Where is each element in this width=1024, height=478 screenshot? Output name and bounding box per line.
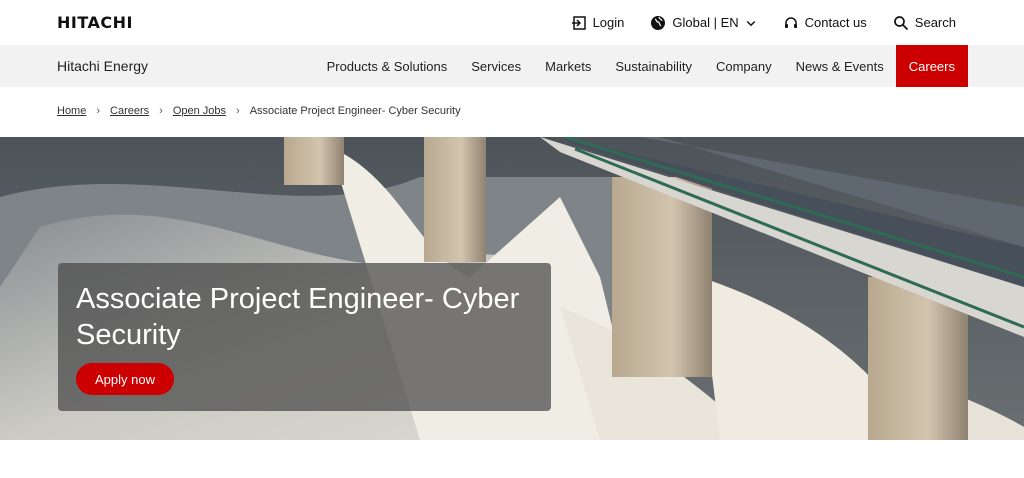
login-label: Login bbox=[592, 15, 625, 30]
nav-company[interactable]: Company bbox=[704, 45, 784, 87]
breadcrumb-careers[interactable]: Careers bbox=[110, 105, 149, 117]
main-navbar: Hitachi Energy Products & Solutions Serv… bbox=[0, 45, 1024, 87]
nav-markets[interactable]: Markets bbox=[533, 45, 603, 87]
hero-banner: Associate Project Engineer- Cyber Securi… bbox=[0, 137, 1024, 440]
hitachi-logo[interactable]: HITACHI bbox=[57, 13, 133, 32]
brand-name[interactable]: Hitachi Energy bbox=[57, 58, 148, 74]
job-title: Associate Project Engineer- Cyber Securi… bbox=[76, 283, 520, 351]
nav-careers[interactable]: Careers bbox=[895, 45, 968, 87]
breadcrumb-separator: › bbox=[96, 105, 101, 117]
apply-now-button[interactable]: Apply now bbox=[76, 363, 174, 395]
top-bar: HITACHI Login Global | EN Contact us Sea… bbox=[0, 0, 1024, 45]
breadcrumb-current: Associate Project Engineer- Cyber Securi… bbox=[249, 105, 461, 117]
search-label: Search bbox=[914, 15, 956, 30]
login-link[interactable]: Login bbox=[571, 15, 625, 31]
breadcrumb-separator: › bbox=[159, 105, 163, 117]
main-nav: Products & Solutions Services Markets Su… bbox=[315, 45, 968, 87]
login-icon bbox=[571, 15, 586, 30]
breadcrumb-home[interactable]: Home bbox=[57, 105, 86, 117]
breadcrumb-open-jobs[interactable]: Open Jobs bbox=[173, 105, 226, 117]
breadcrumb-separator: › bbox=[236, 105, 240, 117]
utility-links: Login Global | EN Contact us Search bbox=[571, 0, 956, 45]
language-selector[interactable]: Global | EN bbox=[650, 15, 756, 31]
search-link[interactable]: Search bbox=[893, 15, 956, 31]
nav-news-events[interactable]: News & Events bbox=[784, 45, 896, 87]
contact-link[interactable]: Contact us bbox=[783, 15, 867, 31]
search-icon bbox=[893, 15, 908, 30]
contact-label: Contact us bbox=[804, 15, 867, 30]
breadcrumb: Home › Careers › Open Jobs › Associate P… bbox=[57, 105, 461, 117]
nav-sustainability[interactable]: Sustainability bbox=[603, 45, 704, 87]
headset-icon bbox=[784, 16, 797, 28]
job-title-card: Associate Project Engineer- Cyber Securi… bbox=[58, 263, 551, 411]
language-label: Global | EN bbox=[672, 15, 739, 30]
nav-services[interactable]: Services bbox=[459, 45, 533, 87]
nav-products-solutions[interactable]: Products & Solutions bbox=[315, 45, 460, 87]
chevron-down-icon bbox=[746, 20, 755, 26]
globe-icon bbox=[651, 15, 666, 30]
